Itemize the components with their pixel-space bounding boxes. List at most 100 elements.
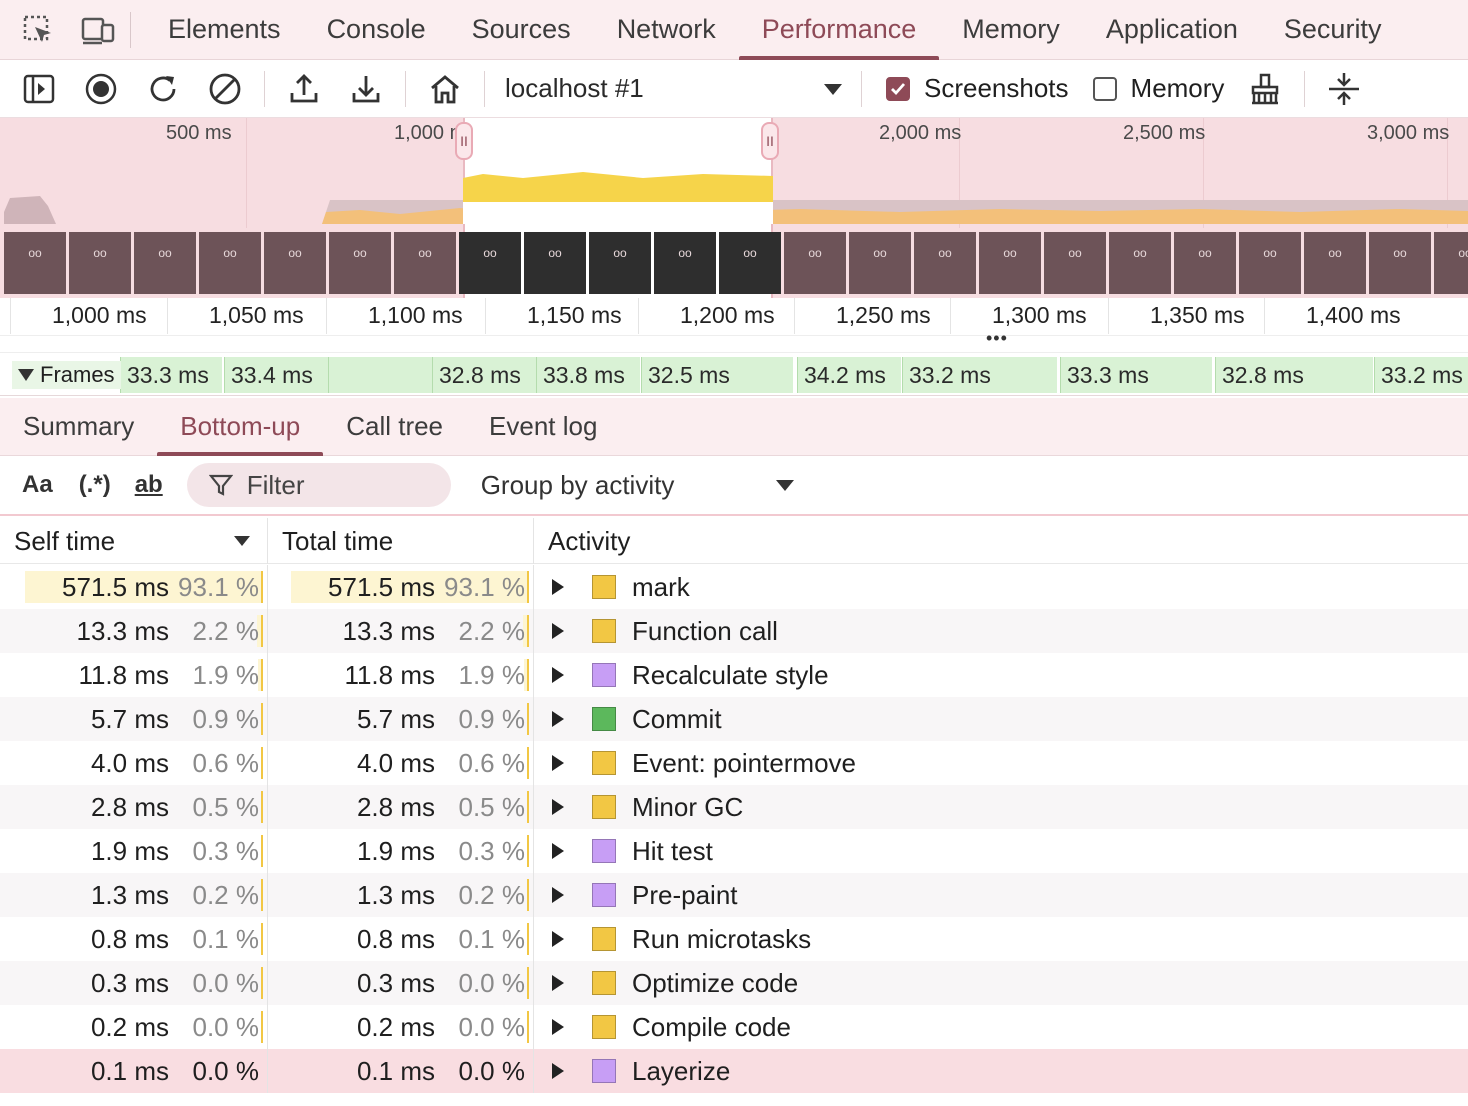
inspect-element-icon[interactable]	[18, 10, 58, 50]
screenshot-thumbnail[interactable]: oo	[1109, 232, 1171, 294]
table-row[interactable]: 11.8 ms 1.9 % 11.8 ms 1.9 % Recalculate styl…	[0, 653, 1468, 697]
screenshot-thumbnail[interactable]: oo	[264, 232, 326, 294]
tab-console[interactable]: Console	[304, 0, 449, 60]
screenshot-thumbnail[interactable]: oo	[1304, 232, 1366, 294]
screenshot-thumbnail[interactable]: oo	[134, 232, 196, 294]
details-tab-event-log[interactable]: Event log	[466, 398, 620, 456]
screenshot-thumbnail[interactable]: oo	[654, 232, 716, 294]
frame-duration[interactable]: 32.5 ms	[641, 357, 793, 393]
group-by-select[interactable]: Group by activity	[481, 470, 795, 501]
table-row[interactable]: 2.8 ms 0.5 % 2.8 ms 0.5 % Minor GC	[0, 785, 1468, 829]
frame-duration[interactable]: 32.8 ms	[432, 357, 536, 393]
screenshot-thumbnail[interactable]: oo	[589, 232, 651, 294]
table-row[interactable]: 1.3 ms 0.2 % 1.3 ms 0.2 % Pre-paint	[0, 873, 1468, 917]
record-button[interactable]	[70, 60, 132, 118]
frames-track-label[interactable]: Frames	[12, 361, 121, 389]
table-row[interactable]: 4.0 ms 0.6 % 4.0 ms 0.6 % Event: pointermove	[0, 741, 1468, 785]
expand-arrow-icon[interactable]	[552, 667, 564, 683]
expand-arrow-icon[interactable]	[552, 1063, 564, 1079]
table-row[interactable]: 13.3 ms 2.2 % 13.3 ms 2.2 % Function call	[0, 609, 1468, 653]
home-icon[interactable]	[414, 60, 476, 118]
memory-checkbox[interactable]: Memory	[1092, 73, 1224, 104]
screenshot-thumbnail[interactable]: oo	[459, 232, 521, 294]
expand-arrow-icon[interactable]	[552, 975, 564, 991]
screenshot-thumbnail[interactable]: oo	[719, 232, 781, 294]
whole-word-button[interactable]: ab	[135, 471, 163, 499]
details-tab-bottom-up[interactable]: Bottom-up	[157, 398, 324, 456]
frame-cell[interactable]	[328, 357, 432, 393]
collapse-icon[interactable]	[1313, 60, 1375, 118]
download-icon[interactable]	[335, 60, 397, 118]
filter-input[interactable]: Filter	[186, 463, 451, 507]
screenshot-thumbnail[interactable]: oo	[849, 232, 911, 294]
column-header-activity[interactable]: Activity	[534, 518, 1468, 564]
expand-arrow-icon[interactable]	[552, 799, 564, 815]
screenshot-thumbnail[interactable]: oo	[784, 232, 846, 294]
screenshot-thumbnail[interactable]: oo	[1174, 232, 1236, 294]
screenshot-thumbnail[interactable]: oo	[979, 232, 1041, 294]
target-select[interactable]: localhost #1	[493, 73, 853, 104]
clear-icon[interactable]	[194, 60, 256, 118]
tab-application[interactable]: Application	[1083, 0, 1261, 60]
table-row[interactable]: 0.1 ms 0.0 % 0.1 ms 0.0 % Layerize	[0, 1049, 1468, 1093]
expand-arrow-icon[interactable]	[552, 1019, 564, 1035]
frame-duration[interactable]: 32.8 ms	[1215, 357, 1373, 393]
frame-duration[interactable]: 33.8 ms	[536, 357, 640, 393]
tab-memory[interactable]: Memory	[939, 0, 1083, 60]
expand-arrow-icon[interactable]	[552, 755, 564, 771]
screenshot-thumbnail[interactable]: oo	[1239, 232, 1301, 294]
table-row[interactable]: 5.7 ms 0.9 % 5.7 ms 0.9 % Commit	[0, 697, 1468, 741]
device-toolbar-icon[interactable]	[78, 10, 118, 50]
tab-elements[interactable]: Elements	[145, 0, 304, 60]
expand-arrow-icon[interactable]	[552, 623, 564, 639]
screenshot-thumbnail[interactable]: oo	[1434, 232, 1468, 294]
expand-arrow-icon[interactable]	[552, 843, 564, 859]
tab-sources[interactable]: Sources	[449, 0, 594, 60]
table-row[interactable]: 1.9 ms 0.3 % 1.9 ms 0.3 % Hit test	[0, 829, 1468, 873]
screenshot-thumbnail[interactable]: oo	[329, 232, 391, 294]
timeline-overview[interactable]: 500 ms1,000 ms1,500 ms2,000 ms2,500 ms3,…	[0, 118, 1468, 298]
table-row[interactable]: 0.3 ms 0.0 % 0.3 ms 0.0 % Optimize code	[0, 961, 1468, 1005]
screenshot-thumbnail[interactable]: oo	[1369, 232, 1431, 294]
column-header-self-time[interactable]: Self time	[0, 518, 268, 564]
upload-icon[interactable]	[273, 60, 335, 118]
table-row[interactable]: 0.8 ms 0.1 % 0.8 ms 0.1 % Run microtasks	[0, 917, 1468, 961]
screenshot-thumbnail[interactable]: oo	[914, 232, 976, 294]
tab-performance[interactable]: Performance	[738, 0, 940, 60]
expand-arrow-icon[interactable]	[552, 579, 564, 595]
table-row[interactable]: 0.2 ms 0.0 % 0.2 ms 0.0 % Compile code	[0, 1005, 1468, 1049]
screenshot-thumbnail[interactable]: oo	[69, 232, 131, 294]
tab-network[interactable]: Network	[594, 0, 739, 60]
details-tab-summary[interactable]: Summary	[0, 398, 157, 456]
sidebar-toggle-icon[interactable]	[8, 60, 70, 118]
expand-arrow-icon[interactable]	[552, 887, 564, 903]
expand-arrow-icon[interactable]	[552, 711, 564, 727]
screenshot-thumbnail[interactable]: oo	[524, 232, 586, 294]
reload-record-icon[interactable]	[132, 60, 194, 118]
selection-start-handle[interactable]: II	[455, 122, 473, 160]
column-header-total-time[interactable]: Total time	[268, 518, 534, 564]
screenshot-thumbnail[interactable]: oo	[4, 232, 66, 294]
frames-track[interactable]: 33.3 ms 33.4 ms 32.8 ms 33.8 ms 32.5 ms 34.2 …	[0, 352, 1468, 396]
selection-end-handle[interactable]: II	[761, 122, 779, 160]
resize-handle[interactable]: •••	[986, 328, 1008, 349]
expand-arrow-icon[interactable]	[552, 931, 564, 947]
frame-duration[interactable]: 34.2 ms	[797, 357, 901, 393]
frame-duration[interactable]: 33.2 ms	[1374, 357, 1468, 393]
screenshot-thumbnail[interactable]: oo	[394, 232, 456, 294]
tab-security[interactable]: Security	[1261, 0, 1405, 60]
screenshots-checkbox[interactable]: Screenshots	[886, 73, 1069, 104]
screenshot-thumbnail[interactable]: oo	[199, 232, 261, 294]
screenshot-thumbnail[interactable]: oo	[1044, 232, 1106, 294]
frame-duration[interactable]: 33.4 ms	[224, 357, 328, 393]
frame-duration[interactable]: 33.2 ms	[902, 357, 1057, 393]
checkbox-checked-icon[interactable]	[886, 76, 910, 101]
garbage-collect-icon[interactable]	[1234, 60, 1296, 118]
frame-duration[interactable]: 33.3 ms	[1060, 357, 1212, 393]
match-case-button[interactable]: Aa	[22, 471, 53, 499]
regex-button[interactable]: (.*)	[79, 471, 111, 499]
checkbox-unchecked-icon[interactable]	[1092, 76, 1117, 101]
frame-duration[interactable]: 33.3 ms	[120, 357, 222, 393]
details-tab-call-tree[interactable]: Call tree	[323, 398, 466, 456]
table-row[interactable]: 571.5 ms 93.1 % 571.5 ms 93.1 % mark	[0, 565, 1468, 609]
